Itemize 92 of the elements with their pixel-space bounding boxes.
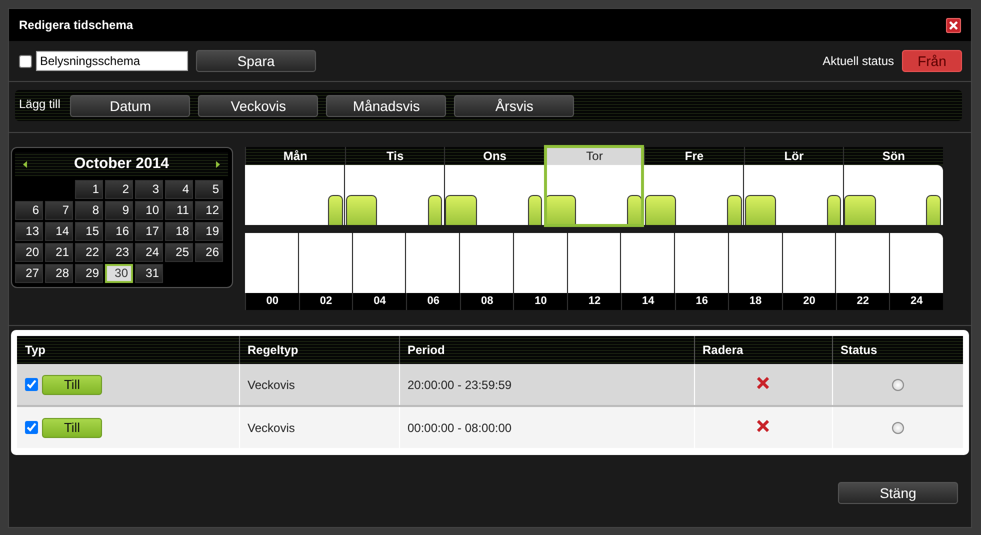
hour-label: 02 bbox=[298, 293, 352, 310]
calendar-day[interactable]: 12 bbox=[195, 201, 223, 220]
calendar-day[interactable]: 7 bbox=[45, 201, 73, 220]
type-button[interactable]: Till bbox=[42, 418, 102, 438]
table-cell: 00:00:00 - 08:00:00 bbox=[399, 406, 694, 448]
hour-label: 14 bbox=[620, 293, 674, 310]
calendar-day[interactable]: 23 bbox=[105, 243, 133, 262]
add-button[interactable]: Årsvis bbox=[454, 94, 574, 116]
column-header: Regeltyp bbox=[239, 336, 399, 364]
calendar-day[interactable]: 31 bbox=[135, 264, 163, 283]
add-button[interactable]: Veckovis bbox=[198, 94, 318, 116]
add-button[interactable]: Månadsvis bbox=[326, 94, 446, 116]
table-cell: Veckovis bbox=[239, 406, 399, 448]
row-checkbox[interactable] bbox=[25, 378, 38, 391]
column-header: Typ bbox=[17, 336, 239, 364]
schedule-block bbox=[428, 195, 442, 225]
name-field[interactable]: Belysningsschema bbox=[36, 51, 188, 71]
table-cell: Veckovis bbox=[239, 364, 399, 406]
name-checkbox[interactable] bbox=[19, 54, 32, 68]
calendar-day[interactable]: 18 bbox=[165, 222, 193, 241]
calendar-day[interactable]: 5 bbox=[195, 180, 223, 199]
calendar-day[interactable]: 17 bbox=[135, 222, 163, 241]
calendar-day[interactable]: 1 bbox=[75, 180, 103, 199]
hour-label: 20 bbox=[782, 293, 836, 310]
calendar-day[interactable]: 3 bbox=[135, 180, 163, 199]
status-label: Aktuell status bbox=[822, 53, 894, 70]
schedule-block bbox=[528, 195, 542, 225]
hour-label: 16 bbox=[674, 293, 728, 310]
calendar-day[interactable]: 20 bbox=[15, 243, 43, 262]
calendar-day[interactable]: 22 bbox=[75, 243, 103, 262]
type-button[interactable]: Till bbox=[42, 374, 102, 394]
calendar-day[interactable]: 26 bbox=[195, 243, 223, 262]
schedule-block bbox=[346, 195, 377, 225]
calendar-day[interactable]: 19 bbox=[195, 222, 223, 241]
calendar-day[interactable]: 30 bbox=[105, 264, 133, 283]
calendar-day[interactable]: 14 bbox=[45, 222, 73, 241]
calendar-day[interactable]: 8 bbox=[75, 201, 103, 220]
calendar-day[interactable]: 29 bbox=[75, 264, 103, 283]
next-month-icon[interactable] bbox=[216, 160, 220, 168]
hour-label: 22 bbox=[836, 293, 890, 310]
calendar-day[interactable]: 11 bbox=[165, 201, 193, 220]
hour-label: 08 bbox=[460, 293, 514, 310]
close-icon bbox=[949, 20, 958, 30]
month-title: October 2014 bbox=[74, 154, 170, 174]
schedule-block bbox=[744, 195, 776, 225]
window-title: Redigera tidschema bbox=[19, 17, 134, 34]
save-button[interactable]: Spara bbox=[196, 50, 316, 72]
schedule-block bbox=[545, 195, 576, 225]
column-header: Status bbox=[832, 336, 963, 364]
hour-label: 06 bbox=[406, 293, 460, 310]
calendar-day[interactable]: 2 bbox=[105, 180, 133, 199]
calendar-day[interactable]: 25 bbox=[165, 243, 193, 262]
calendar-day[interactable]: 21 bbox=[45, 243, 73, 262]
calendar-day[interactable]: 4 bbox=[165, 180, 193, 199]
delete-icon[interactable] bbox=[757, 376, 769, 388]
previous-month-icon[interactable] bbox=[23, 160, 27, 168]
cross-icon bbox=[757, 376, 769, 388]
cross-icon bbox=[757, 420, 769, 432]
calendar-day[interactable]: 27 bbox=[15, 264, 43, 283]
hour-label: 12 bbox=[567, 293, 621, 310]
schedule-block bbox=[328, 195, 343, 225]
calendar-day[interactable]: 6 bbox=[15, 201, 43, 220]
calendar-day[interactable]: 9 bbox=[105, 201, 133, 220]
hour-label: 18 bbox=[728, 293, 782, 310]
status-radio[interactable] bbox=[892, 422, 904, 434]
calendar-day[interactable]: 10 bbox=[135, 201, 163, 220]
column-header: Radera bbox=[694, 336, 832, 364]
hour-label: 10 bbox=[513, 293, 568, 310]
schedule-block bbox=[844, 195, 876, 225]
status-radio[interactable] bbox=[892, 378, 904, 390]
schedule-block bbox=[926, 195, 941, 225]
schedule-block bbox=[826, 195, 842, 225]
add-button[interactable]: Datum bbox=[70, 94, 190, 116]
calendar-day[interactable]: 28 bbox=[45, 264, 73, 283]
schedule-block bbox=[726, 195, 742, 225]
calendar-day[interactable]: 16 bbox=[105, 222, 133, 241]
table-cell: 20:00:00 - 23:59:59 bbox=[399, 364, 694, 406]
calendar-day[interactable]: 13 bbox=[15, 222, 43, 241]
close-button[interactable]: Stäng bbox=[838, 482, 958, 504]
hour-label: 00 bbox=[245, 293, 299, 310]
calendar-day[interactable]: 15 bbox=[75, 222, 103, 241]
delete-icon[interactable] bbox=[757, 420, 769, 432]
column-header: Period bbox=[399, 336, 694, 364]
calendar-day[interactable]: 24 bbox=[135, 243, 163, 262]
close-button[interactable] bbox=[946, 18, 961, 32]
hour-label: 24 bbox=[889, 293, 943, 310]
row-checkbox[interactable] bbox=[25, 421, 38, 434]
schedule-block bbox=[445, 195, 477, 225]
hour-label: 04 bbox=[352, 293, 406, 310]
schedule-block bbox=[627, 195, 642, 225]
schedule-block bbox=[644, 195, 676, 225]
add-label: Lägg till bbox=[19, 96, 60, 113]
